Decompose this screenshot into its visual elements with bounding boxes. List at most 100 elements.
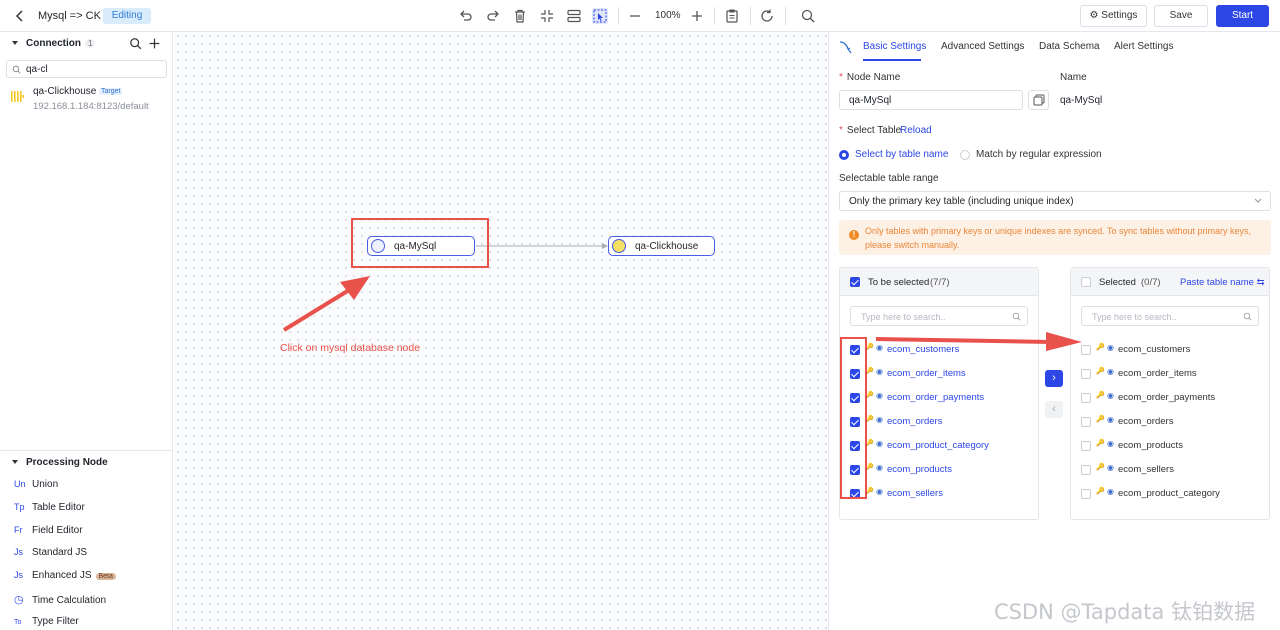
zoom-out-icon[interactable]	[627, 8, 643, 24]
table-checkbox[interactable]	[1081, 393, 1091, 403]
mysql-dolphin-icon	[839, 41, 852, 54]
connection-name: qa-Clickhouse	[33, 86, 97, 97]
caret-down-icon	[12, 41, 18, 46]
copy-button[interactable]	[1028, 90, 1049, 110]
type-filter-icon: To	[14, 619, 22, 626]
processing-node-header[interactable]: Processing Node	[12, 457, 108, 468]
primary-key-icon: 🔑	[1096, 392, 1105, 399]
processing-item-type-filter[interactable]: To Type Filter	[14, 616, 79, 627]
processing-item-field-editor[interactable]: Fr Field Editor	[14, 525, 83, 536]
toolbar-divider	[714, 7, 715, 25]
zoom-in-icon[interactable]	[689, 8, 705, 24]
table-row[interactable]: 🔑 ◉ ecom_products	[1071, 439, 1269, 455]
move-right-button[interactable]: ›	[1045, 370, 1063, 387]
beta-badge: Beta	[95, 573, 116, 580]
annotation-text: Click on mysql database node	[280, 342, 421, 354]
connection-item[interactable]: qa-Clickhouse Target 192.168.1.184:8123/…	[0, 84, 173, 114]
refresh-icon[interactable]	[759, 8, 775, 24]
left-sidebar: Connection 1 qa-cl qa-Clickhouse Target 1…	[0, 32, 173, 630]
right-search-input[interactable]: Type here to search..	[1081, 306, 1259, 326]
radio-regex-label[interactable]: Match by regular expression	[976, 149, 1102, 160]
processing-item-standard-js[interactable]: Js Standard JS	[14, 547, 87, 558]
table-row[interactable]: 🔑 ◉ ecom_sellers	[1071, 463, 1269, 479]
toolbar-divider	[750, 7, 751, 25]
table-row[interactable]: 🔑 ◉ ecom_products	[840, 463, 1038, 479]
warning-banner: ! Only tables with primary keys or uniqu…	[839, 220, 1271, 255]
search-icon	[1243, 312, 1252, 321]
clickhouse-logo-icon	[11, 91, 24, 102]
paste-icon: ⇆	[1256, 277, 1265, 288]
move-left-button[interactable]: ‹	[1045, 401, 1063, 418]
table-name: ecom_orders	[1118, 416, 1174, 427]
back-arrow-icon[interactable]	[12, 8, 28, 24]
settings-button[interactable]: ⚙ Settings	[1080, 5, 1147, 27]
index-icon: ◉	[876, 439, 883, 448]
table-row[interactable]: 🔑 ◉ ecom_orders	[1071, 415, 1269, 431]
processing-item-table-editor[interactable]: Tp Table Editor	[14, 502, 85, 513]
clipboard-icon[interactable]	[724, 8, 740, 24]
union-icon: Un	[14, 479, 26, 489]
auto-layout-icon[interactable]	[566, 8, 582, 24]
fit-view-icon[interactable]	[539, 8, 555, 24]
left-search-input[interactable]: Type here to search..	[850, 306, 1028, 326]
task-title: Mysql => CK	[38, 10, 101, 22]
select-pointer-icon[interactable]	[592, 8, 608, 24]
table-checkbox[interactable]	[1081, 489, 1091, 499]
table-name: ecom_products	[1118, 440, 1183, 451]
connection-search-input[interactable]: qa-cl	[6, 60, 167, 78]
table-row[interactable]: 🔑 ◉ ecom_order_payments	[840, 391, 1038, 407]
table-row[interactable]: 🔑 ◉ ecom_product_category	[840, 439, 1038, 455]
paste-table-name-link[interactable]: Paste table name ⇆	[1180, 277, 1265, 288]
processing-item-time-calculation[interactable]: ◷ Time Calculation	[14, 593, 106, 606]
table-name: ecom_customers	[1118, 344, 1191, 355]
search-icon[interactable]	[800, 8, 816, 24]
node-name-input[interactable]: qa-MySql	[839, 90, 1023, 110]
connection-section-header[interactable]: Connection 1	[12, 38, 96, 49]
redo-icon[interactable]	[485, 8, 501, 24]
table-row[interactable]: 🔑 ◉ ecom_sellers	[840, 487, 1038, 503]
table-checkbox[interactable]	[1081, 441, 1091, 451]
reload-link[interactable]: Reload	[900, 125, 932, 136]
table-row[interactable]: 🔑 ◉ ecom_orders	[840, 415, 1038, 431]
annotation-arrow	[282, 285, 356, 332]
dag-canvas[interactable]: qa-MySql qa-Clickhouse Click on mysql da…	[174, 32, 827, 630]
table-row[interactable]: 🔑 ◉ ecom_product_category	[1071, 487, 1269, 503]
processing-item-enhanced-js[interactable]: Js Enhanced JS Beta	[14, 570, 116, 581]
tab-basic-settings[interactable]: Basic Settings	[863, 41, 926, 52]
primary-key-icon: 🔑	[1096, 464, 1105, 471]
add-icon[interactable]	[148, 37, 161, 50]
connection-address: 192.168.1.184:8123/default	[33, 101, 149, 112]
table-row[interactable]: 🔑 ◉ ecom_order_items	[840, 367, 1038, 383]
table-checkbox[interactable]	[1081, 369, 1091, 379]
select-all-checkbox[interactable]	[850, 277, 860, 287]
table-row[interactable]: 🔑 ◉ ecom_order_payments	[1071, 391, 1269, 407]
save-button[interactable]: Save	[1154, 5, 1208, 27]
radio-select-by-name-label[interactable]: Select by table name	[855, 149, 948, 160]
connection-count: 1	[85, 39, 96, 48]
primary-key-icon: 🔑	[1096, 344, 1105, 351]
radio-select-by-name[interactable]	[839, 150, 849, 160]
table-checkbox[interactable]	[1081, 465, 1091, 475]
radio-regex[interactable]	[960, 150, 970, 160]
search-icon[interactable]	[129, 37, 142, 50]
delete-icon[interactable]	[512, 8, 528, 24]
index-icon: ◉	[876, 415, 883, 424]
clickhouse-logo-icon	[612, 239, 626, 253]
copy-icon	[1033, 94, 1045, 106]
table-name: ecom_order_items	[887, 368, 966, 379]
table-row[interactable]: 🔑 ◉ ecom_customers	[1071, 343, 1269, 359]
undo-icon[interactable]	[458, 8, 474, 24]
range-select[interactable]: Only the primary key table (including un…	[839, 191, 1271, 211]
source-node-mysql[interactable]: qa-MySql	[367, 236, 475, 256]
target-node-clickhouse[interactable]: qa-Clickhouse	[608, 236, 715, 256]
gear-icon: ⚙	[1089, 10, 1099, 21]
tab-advanced-settings[interactable]: Advanced Settings	[941, 41, 1024, 52]
start-button[interactable]: Start	[1216, 5, 1269, 27]
tab-data-schema[interactable]: Data Schema	[1039, 41, 1100, 52]
processing-item-union[interactable]: Un Union	[14, 479, 58, 490]
select-all-selected-checkbox[interactable]	[1081, 277, 1091, 287]
table-row[interactable]: 🔑 ◉ ecom_order_items	[1071, 367, 1269, 383]
tab-alert-settings[interactable]: Alert Settings	[1114, 41, 1173, 52]
table-checkbox[interactable]	[1081, 417, 1091, 427]
index-icon: ◉	[1107, 343, 1114, 352]
